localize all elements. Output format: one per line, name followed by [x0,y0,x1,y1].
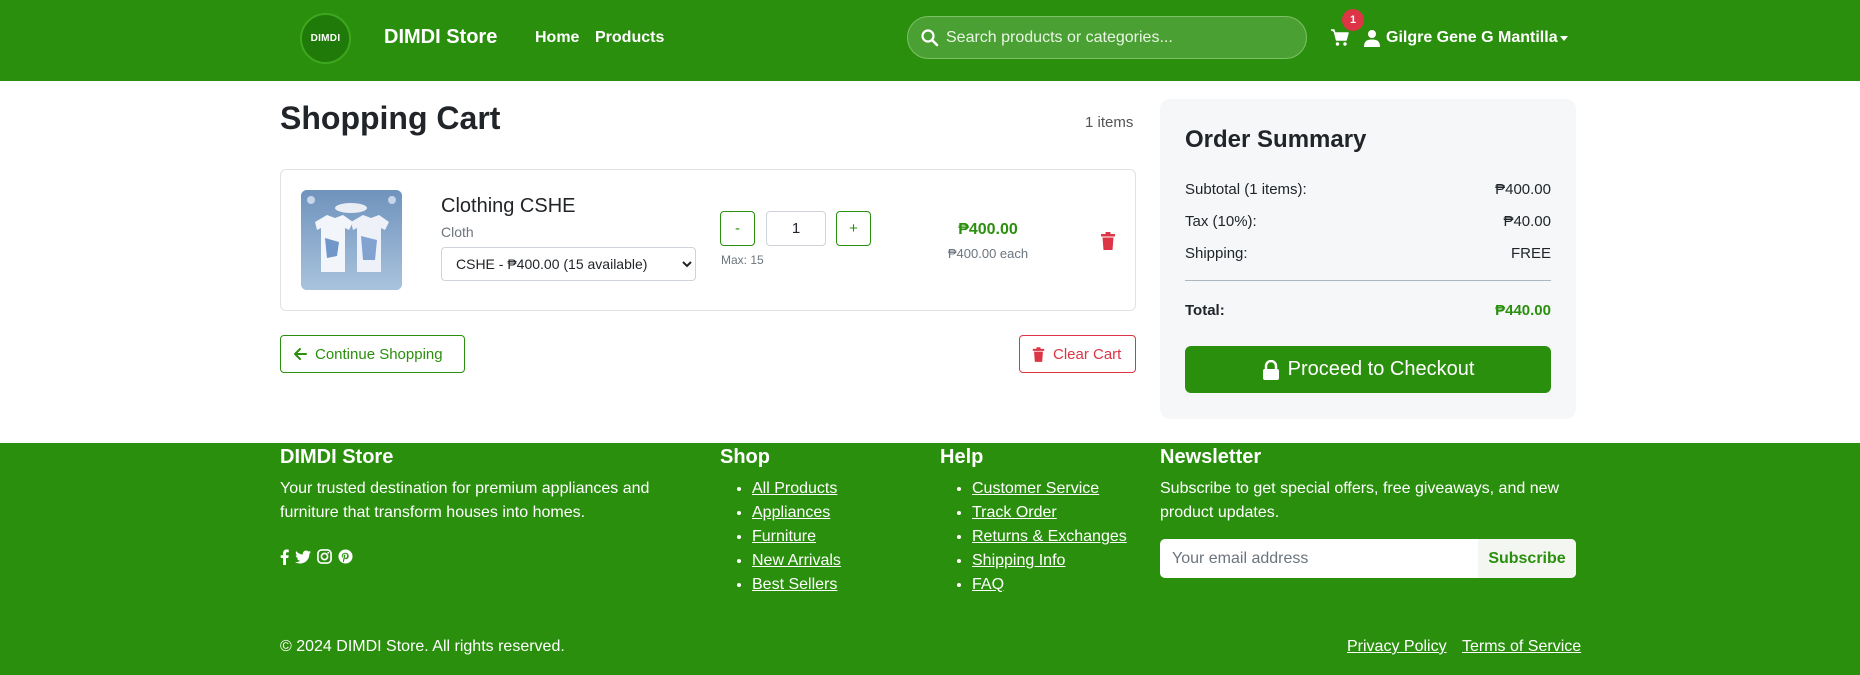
list-item: Track Order [972,501,1127,525]
nav-home-link[interactable]: Home [535,29,579,47]
cart-count-badge: 1 [1342,9,1364,31]
trash-icon[interactable] [1100,232,1116,250]
brand-name[interactable]: DIMDI Store [384,26,497,49]
total-label: Total: [1185,302,1225,319]
footer-link-new-arrivals[interactable]: New Arrivals [752,552,841,569]
cart-item: Clothing CSHE Cloth CSHE - ₱400.00 (15 a… [280,169,1136,311]
footer-link-appliances[interactable]: Appliances [752,504,830,521]
list-item: FAQ [972,573,1127,597]
list-item: Best Sellers [752,573,841,597]
subtotal-row: Subtotal (1 items): ₱400.00 [1185,181,1551,198]
tax-label: Tax (10%): [1185,213,1257,230]
logo-text: DIMDI [310,33,341,44]
trash-icon [1032,346,1045,362]
quantity-input[interactable] [766,211,826,246]
footer-link-returns[interactable]: Returns & Exchanges [972,528,1127,545]
pinterest-icon[interactable] [338,549,353,564]
footer-link-shipping-info[interactable]: Shipping Info [972,552,1065,569]
twitter-icon[interactable] [295,549,311,565]
footer-link-furniture[interactable]: Furniture [752,528,816,545]
footer-shop-title: Shop [720,446,770,468]
page-title: Shopping Cart [280,100,501,136]
product-name[interactable]: Clothing CSHE [441,195,576,218]
tax-value: ₱40.00 [1503,213,1551,230]
list-item: Appliances [752,501,841,525]
continue-shopping-label: Continue Shopping [315,345,443,363]
footer-link-customer-service[interactable]: Customer Service [972,480,1099,497]
chevron-down-icon[interactable] [1560,36,1568,41]
footer-about-title: DIMDI Store [280,446,394,468]
continue-shopping-button[interactable]: Continue Shopping [280,335,465,373]
user-icon[interactable] [1364,29,1380,47]
line-total-price: ₱400.00 [958,221,1018,238]
cart-icon[interactable] [1330,28,1350,48]
list-item: Customer Service [972,477,1127,501]
store-logo[interactable]: DIMDI [300,13,351,64]
footer-help-links: Customer Service Track Order Returns & E… [940,477,1127,597]
list-item: Shipping Info [972,549,1127,573]
footer-shop-links: All Products Appliances Furniture New Ar… [720,477,841,597]
instagram-icon[interactable] [317,549,332,564]
facebook-icon[interactable] [280,549,289,565]
decrease-qty-button[interactable]: - [720,211,755,246]
lock-icon [1262,359,1279,380]
checkout-label: Proceed to Checkout [1287,358,1475,380]
search-icon[interactable] [920,28,940,48]
product-image[interactable] [301,190,402,290]
list-item: Furniture [752,525,841,549]
cart-items-count: 1 items [1085,114,1134,131]
footer-help-title: Help [940,446,984,468]
terms-of-service-link[interactable]: Terms of Service [1462,638,1581,656]
footer-newsletter-title: Newsletter [1160,446,1262,468]
search-input[interactable] [946,23,1296,53]
newsletter-form: Subscribe [1160,539,1576,578]
product-category: Cloth [441,224,474,240]
footer-link-faq[interactable]: FAQ [972,576,1004,593]
privacy-policy-link[interactable]: Privacy Policy [1347,638,1447,656]
copyright-text: © 2024 DIMDI Store. All rights reserved. [280,638,565,655]
arrow-left-icon [294,348,307,360]
search-bar[interactable] [907,16,1307,59]
footer-link-track-order[interactable]: Track Order [972,504,1057,521]
subtotal-value: ₱400.00 [1495,181,1551,198]
summary-title: Order Summary [1185,126,1367,153]
clear-cart-label: Clear Cart [1053,345,1122,363]
clear-cart-button[interactable]: Clear Cart [1019,335,1136,373]
order-summary: Order Summary Subtotal (1 items): ₱400.0… [1160,99,1576,419]
footer-link-best-sellers[interactable]: Best Sellers [752,576,837,593]
social-links [280,549,353,565]
total-row: Total: ₱440.00 [1185,302,1551,319]
footer-link-all-products[interactable]: All Products [752,480,837,497]
shipping-row: Shipping: FREE [1185,245,1551,262]
list-item: Returns & Exchanges [972,525,1127,549]
checkout-button[interactable]: Proceed to Checkout [1185,346,1551,393]
subscribe-button[interactable]: Subscribe [1478,539,1576,578]
shipping-value: FREE [1510,245,1551,262]
shipping-label: Shipping: [1185,245,1248,262]
user-menu-toggle[interactable]: Gilgre Gene G Mantilla [1386,29,1558,47]
max-quantity-note: Max: 15 [721,253,764,267]
increase-qty-button[interactable]: + [836,211,871,246]
total-value: ₱440.00 [1495,302,1551,319]
site-footer: DIMDI Store Your trusted destination for… [0,443,1860,675]
newsletter-email-input[interactable] [1172,544,1472,573]
nav-products-link[interactable]: Products [595,29,664,47]
variant-select[interactable]: CSHE - ₱400.00 (15 available) [441,247,696,281]
summary-divider [1185,280,1551,281]
top-navbar: DIMDI DIMDI Store Home Products 1 Gilgre… [0,0,1860,81]
footer-about-text: Your trusted destination for premium app… [280,480,650,521]
footer-newsletter-text: Subscribe to get special offers, free gi… [1160,480,1560,521]
list-item: All Products [752,477,841,501]
tax-row: Tax (10%): ₱40.00 [1185,213,1551,230]
unit-price: ₱400.00 each [947,246,1029,261]
list-item: New Arrivals [752,549,841,573]
subtotal-label: Subtotal (1 items): [1185,181,1307,198]
